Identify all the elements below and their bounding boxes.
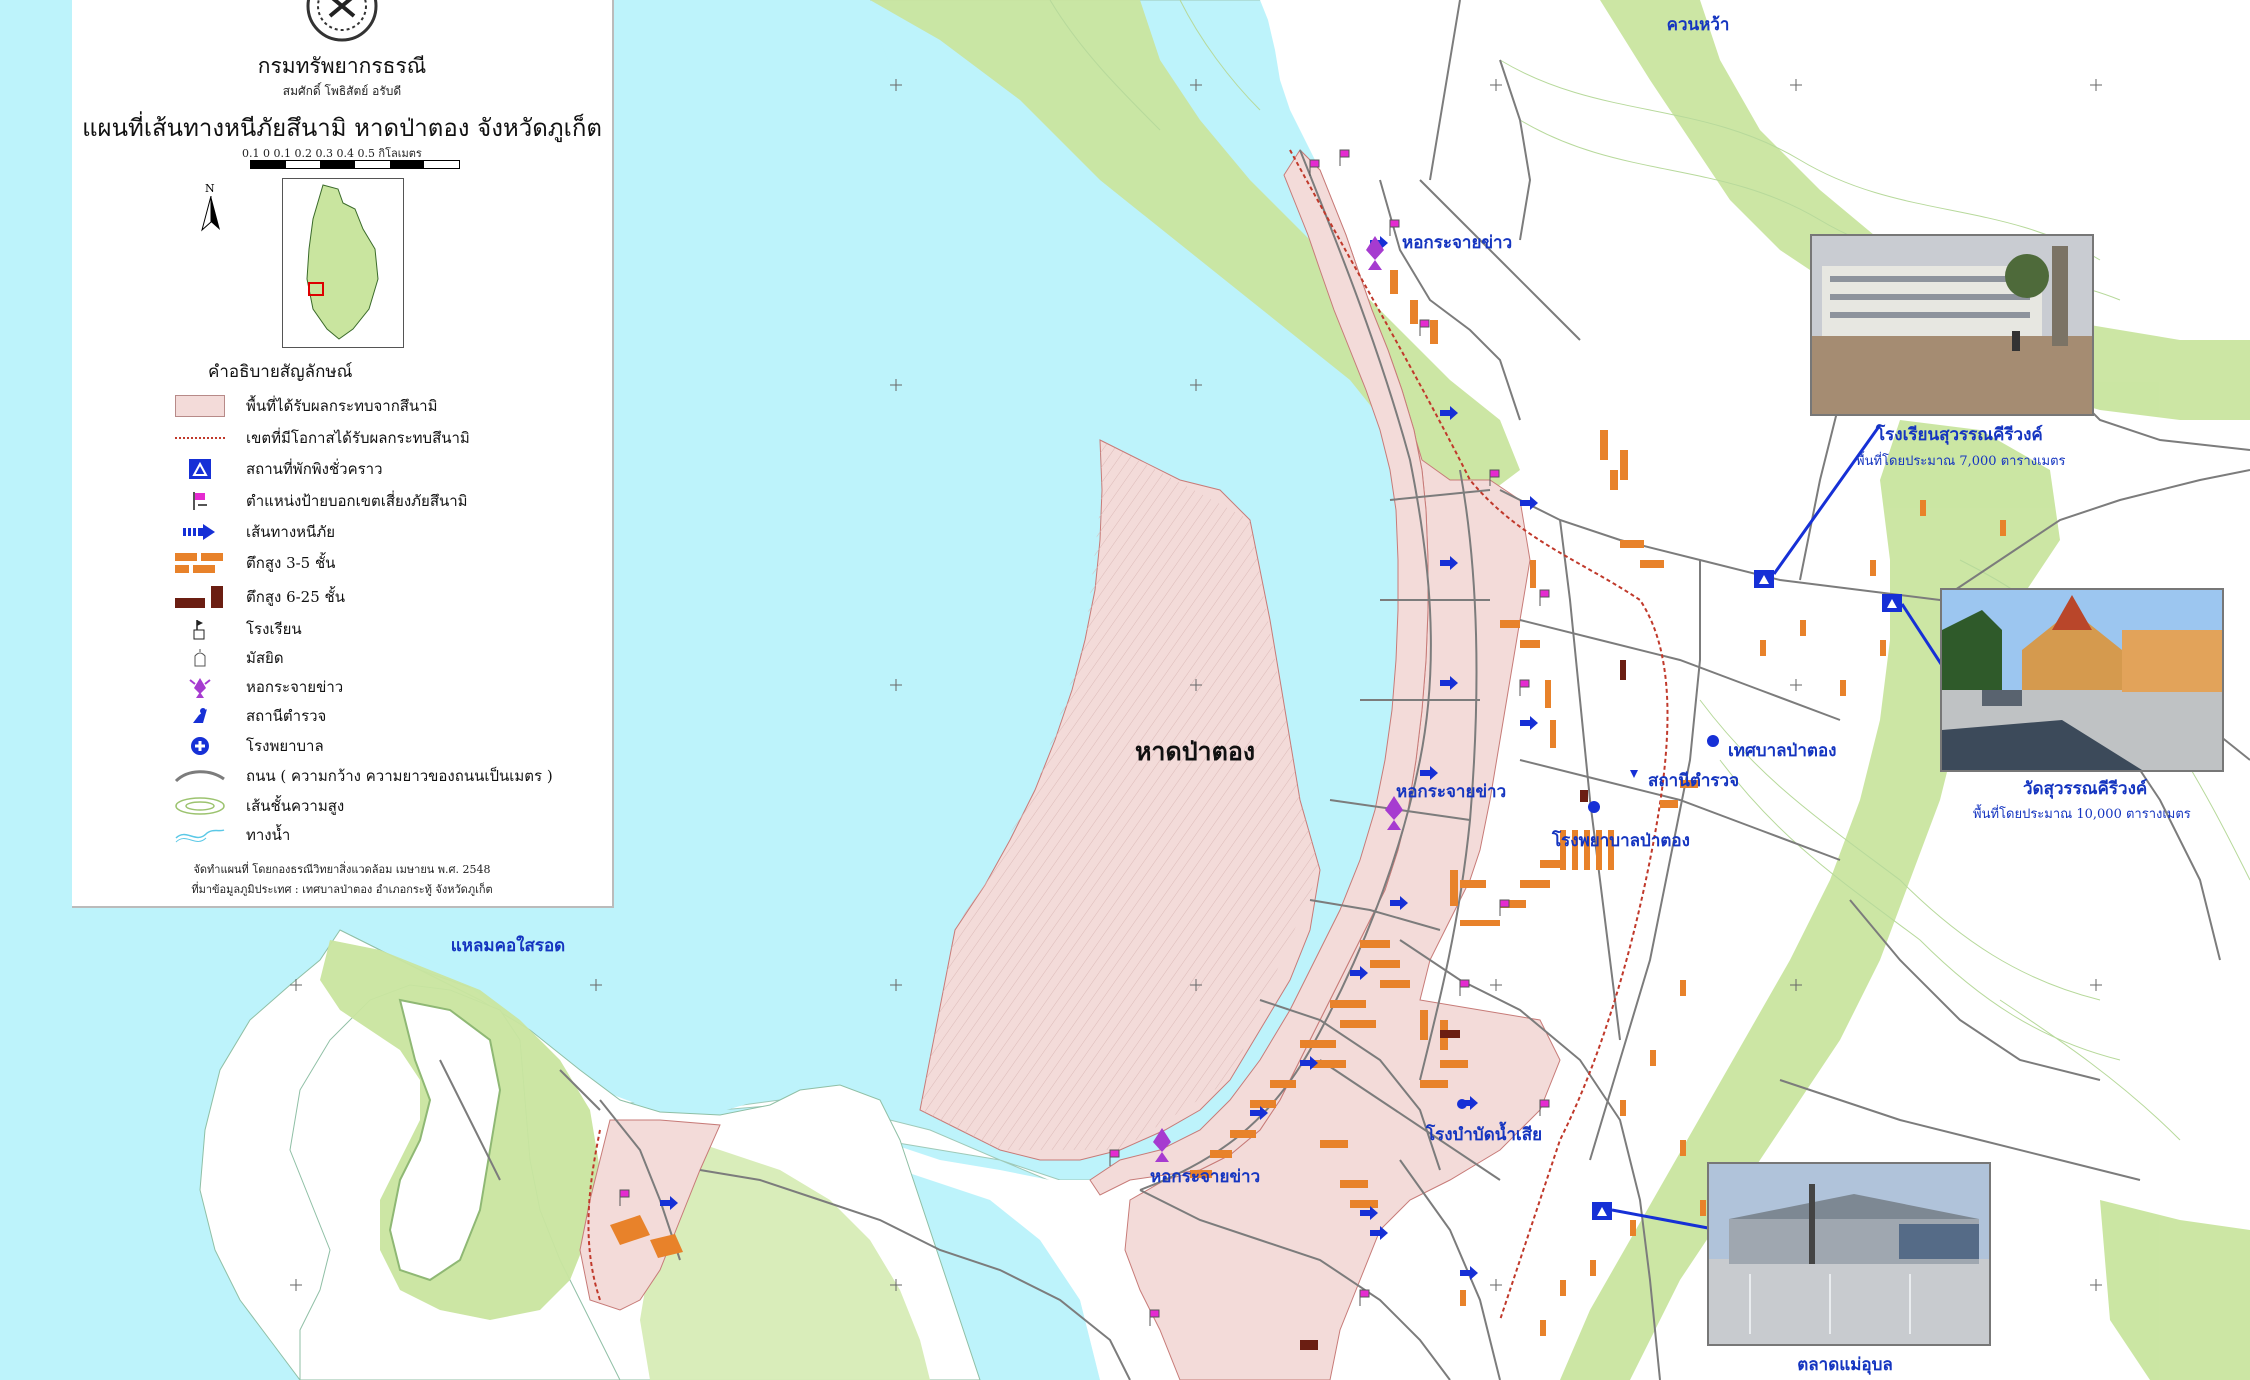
affected-area-swatch — [172, 393, 228, 419]
legend-item-label: ตึกสูง 3-5 ชั้น — [246, 554, 336, 572]
label-hospital: โรงพยาบาลป่าตอง — [1551, 830, 1690, 851]
market-photo — [1707, 1162, 1991, 1346]
north-arrow-icon: N — [196, 182, 226, 232]
temple-photo — [1940, 588, 2224, 772]
legend-item-building-3-5: ตึกสูง 3-5 ชั้น — [172, 550, 602, 576]
legend-item-hospital: โรงพยาบาล — [172, 733, 602, 759]
school-photo — [1810, 234, 2094, 416]
school-icon — [172, 616, 228, 642]
risk-boundary-line — [172, 425, 228, 451]
water-treatment-marker — [1457, 1099, 1467, 1109]
evacuation-route-arrow-icon — [172, 519, 228, 545]
legend-item-broadcast-tower: หอกระจายข่าว — [172, 674, 602, 700]
hospital-marker — [1588, 801, 1600, 813]
legend-item-affected-area: พื้นที่ได้รับผลกระทบจากสึนามิ — [172, 393, 602, 419]
map-authors: สมศักดิ์ โพธิสัตย์ อรับดี — [282, 84, 402, 98]
label-school: โรงเรียนสุวรรณคีรีวงค์ — [1875, 424, 2043, 445]
legend-item-police-station: สถานีตำรวจ — [172, 703, 602, 729]
legend-item-label: มัสยิด — [246, 649, 284, 667]
legend-item-waterway: ทางน้ำ — [172, 822, 602, 848]
scale-bar — [250, 160, 460, 169]
legend-item-label: เส้นชั้นความสูง — [246, 797, 345, 815]
label-temple-area: พื้นที่โดยประมาณ 10,000 ตารางเมตร — [1973, 804, 2191, 822]
label-school-area: พื้นที่โดยประมาณ 7,000 ตารางเมตร — [1856, 451, 2066, 469]
credit-line-2: ที่มาข้อมูลภูมิประเทศ : เทศบาลป่าตอง อำเ… — [191, 883, 493, 896]
label-tower-north: หอกระจายข่าว — [1402, 233, 1512, 253]
label-tower-central: หอกระจายข่าว — [1396, 782, 1506, 802]
map-title: แผนที่เส้นทางหนีภัยสึนามิ หาดป่าตอง จังห… — [82, 114, 602, 142]
label-kwan-wa: ควนหว้า — [1667, 15, 1730, 35]
legend-item-label: ตึกสูง 6-25 ชั้น — [246, 588, 345, 606]
building-6-25-icon — [172, 584, 228, 610]
legend-item-road: ถนน ( ความกว้าง ความยาวของถนนเป็นเมตร ) — [172, 763, 602, 789]
road-symbol — [172, 763, 228, 789]
legend-item-label: ทางน้ำ — [246, 826, 291, 844]
building-3-5-icon — [172, 550, 228, 576]
hospital-icon — [172, 733, 228, 759]
municipality-marker — [1705, 733, 1721, 749]
label-patong-beach: หาดป่าตอง — [1135, 737, 1255, 766]
inset-map — [282, 178, 404, 348]
legend-item-warning-flag: ตำแหน่งป้ายบอกเขตเสี่ยงภัยสึนามิ — [172, 488, 602, 514]
legend-item-label: หอกระจายข่าว — [246, 678, 344, 696]
broadcast-tower-icon — [172, 674, 228, 700]
legend-item-label: สถานีตำรวจ — [246, 707, 327, 725]
shelter-icon — [172, 456, 228, 482]
legend-item-label: เขตที่มีโอกาสได้รับผลกระทบสึนามิ — [246, 429, 470, 447]
legend-item-label: โรงเรียน — [246, 620, 302, 638]
legend-item-label: ถนน ( ความกว้าง ความยาวของถนนเป็นเมตร ) — [246, 767, 553, 785]
police-station-icon — [172, 703, 228, 729]
legend-panel: กรมทรัพยากรธรณี สมศักดิ์ โพธิสัตย์ อรับด… — [72, 0, 614, 908]
label-temple: วัดสุวรรณคีรีวงค์ — [2023, 778, 2147, 799]
contour-symbol — [172, 793, 228, 819]
legend-item-label: โรงพยาบาล — [246, 737, 324, 755]
legend-item-label: สถานที่พักพิงชั่วคราว — [246, 460, 383, 478]
legend-item-label: ตำแหน่งป้ายบอกเขตเสี่ยงภัยสึนามิ — [246, 492, 468, 510]
label-municipality: เทศบาลป่าตอง — [1728, 741, 1836, 761]
legend-item-school: โรงเรียน — [172, 616, 602, 642]
legend-item-building-6-25: ตึกสูง 6-25 ชั้น — [172, 584, 602, 610]
legend-item-contour: เส้นชั้นความสูง — [172, 793, 602, 819]
waterway-symbol — [172, 822, 228, 848]
legend-item-mosque: มัสยิด — [172, 645, 602, 671]
legend-item-shelter: สถานที่พักพิงชั่วคราว — [172, 456, 602, 482]
warning-sign-flag-icon — [172, 488, 228, 514]
department-name: กรมทรัพยากรธรณี — [257, 54, 427, 78]
mosque-icon — [172, 645, 228, 671]
north-label: N — [205, 182, 215, 195]
legend-item-label: เส้นทางหนีภัย — [246, 523, 335, 541]
label-water-treatment: โรงบำบัดน้ำเสีย — [1425, 1121, 1542, 1145]
legend-item-risk-boundary: เขตที่มีโอกาสได้รับผลกระทบสึนามิ — [172, 425, 602, 451]
label-police-station: สถานีตำรวจ — [1648, 770, 1739, 791]
legend-item-evacuation-route: เส้นทางหนีภัย — [172, 519, 602, 545]
label-cape: แหลมคอใสรอด — [451, 935, 565, 956]
label-tower-south: หอกระจายข่าว — [1150, 1167, 1260, 1187]
department-seal-icon — [306, 0, 378, 42]
label-market: ตลาดแม่อุบล — [1797, 1355, 1893, 1375]
legend-item-label: พื้นที่ได้รับผลกระทบจากสึนามิ — [246, 397, 438, 415]
legend-heading: คำอธิบายสัญลักษณ์ — [208, 362, 353, 382]
credit-line-1: จัดทำแผนที่ โดยกองธรณีวิทยาสิ่งแวดล้อม เ… — [193, 863, 491, 876]
